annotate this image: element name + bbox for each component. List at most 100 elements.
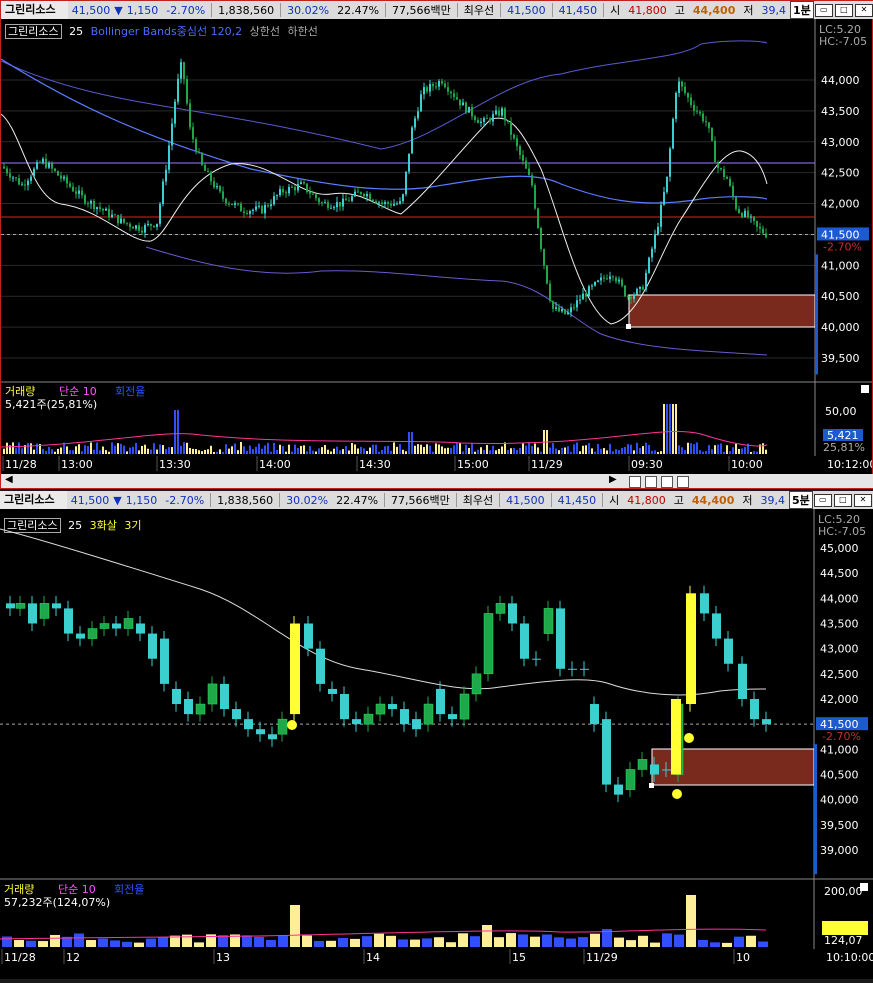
candle-body — [662, 769, 671, 771]
candle-body — [594, 281, 596, 286]
candle-body — [123, 618, 134, 629]
chart-type-icon[interactable] — [677, 476, 689, 488]
volume-bar — [74, 933, 84, 947]
volume-bar — [288, 444, 290, 454]
zoom-out-icon[interactable] — [629, 476, 641, 488]
candle-body — [700, 593, 709, 614]
volume-bar — [398, 939, 408, 947]
volume-bar — [405, 451, 407, 454]
candle-body — [543, 249, 545, 266]
volume-bar — [504, 442, 506, 454]
candle-body — [48, 163, 50, 168]
restore-icon[interactable]: ▭ — [814, 3, 833, 17]
current-price-2: 41,500 — [70, 493, 110, 507]
grid-icon[interactable] — [661, 476, 673, 488]
volume-bar — [603, 448, 605, 454]
candle-body — [471, 106, 473, 117]
close-icon[interactable]: ✕ — [853, 493, 872, 507]
candle-body — [639, 286, 641, 289]
volume-bar — [350, 938, 360, 947]
volume-bar — [48, 446, 50, 454]
volume-bar — [411, 432, 413, 454]
candle-body — [252, 209, 254, 212]
candle-body — [321, 202, 323, 204]
volume-bar — [450, 447, 452, 454]
candle-body — [6, 603, 15, 609]
price-range-bar — [814, 744, 817, 875]
volume-bar — [2, 936, 12, 947]
volume-bar — [357, 448, 359, 454]
volume-bar — [573, 444, 575, 454]
candle-body — [378, 202, 380, 204]
low-price-2: 39,4 — [760, 493, 785, 507]
stock-name-2[interactable]: 그린리소스 — [0, 491, 67, 509]
volume-bar — [63, 442, 65, 454]
candle-body — [501, 108, 503, 116]
candle-body — [666, 176, 668, 193]
candle-body — [744, 210, 746, 217]
time-label: 13:00 — [61, 458, 93, 471]
volume-bar — [141, 445, 143, 454]
timeframe-badge-2[interactable]: 5분 — [788, 491, 813, 509]
scrollbar-1[interactable]: ◀ ▶ — [1, 474, 873, 488]
volume-bar — [321, 447, 323, 454]
volume-bar — [81, 451, 83, 454]
volume-bar — [495, 450, 497, 454]
volume-bar — [762, 443, 764, 454]
candle-body — [525, 160, 527, 169]
price-tick-label: 40,500 — [820, 769, 859, 782]
candle-body — [324, 202, 326, 204]
chart-pane-5min[interactable]: 그린리소스 41,500 ▼ 1,150 -2.70% 1,838,560 30… — [0, 491, 873, 979]
scroll-left-icon[interactable]: ◀ — [5, 474, 13, 485]
candle-body — [603, 277, 605, 279]
volume-2: 1,838,560 — [217, 493, 274, 507]
price-chart-1min[interactable]: 44,00043,50043,00042,50042,00041,50041,0… — [1, 19, 872, 489]
maximize-icon[interactable]: □ — [833, 493, 852, 507]
candle-body — [57, 171, 59, 176]
candle-body — [693, 104, 695, 111]
volume-bar — [345, 446, 347, 454]
candle-body — [342, 198, 344, 207]
volume-bar — [650, 942, 660, 947]
scroll-right-icon[interactable]: ▶ — [609, 474, 617, 485]
maximize-icon[interactable]: □ — [834, 3, 853, 17]
candle-body — [81, 190, 83, 196]
volume-bar — [156, 449, 158, 454]
volume-bar — [282, 446, 284, 454]
candle-body — [678, 81, 680, 93]
high-label-2: 고 — [673, 494, 684, 507]
stock-name[interactable]: 그린리소스 — [1, 1, 68, 19]
restore-icon[interactable]: ▭ — [813, 493, 832, 507]
candle-body — [237, 203, 239, 205]
candle-body — [614, 784, 623, 795]
candle-body — [78, 190, 80, 194]
candle-body — [204, 164, 206, 171]
candle-body — [52, 603, 61, 609]
candle-body — [720, 167, 722, 170]
close-icon — [860, 883, 868, 891]
close-icon[interactable]: ✕ — [854, 3, 873, 17]
zoom-in-icon[interactable] — [645, 476, 657, 488]
candle-body — [351, 196, 353, 201]
volume-bar — [458, 933, 468, 947]
volume-bar — [26, 940, 36, 947]
candle-body — [148, 633, 157, 659]
price-chart-5min[interactable]: 45,000 44,500 44,000 43,500 43,000 42,500 42,0… — [0, 509, 873, 983]
candle-body — [195, 139, 197, 152]
candle-body — [441, 81, 443, 84]
candle-body — [762, 719, 771, 725]
chart-pane-1min[interactable]: 그린리소스 41,500 ▼ 1,150 -2.70% 1,838,560 30… — [0, 0, 873, 489]
volume-bar — [228, 448, 230, 454]
volume-bar — [351, 442, 353, 454]
candle-body — [681, 81, 683, 87]
candle-body — [456, 97, 458, 100]
trade-amount-2: 77,566백만 — [391, 494, 450, 507]
candle-body — [650, 764, 659, 775]
volume-bar — [542, 934, 552, 947]
volume-bar — [369, 447, 371, 454]
high-price: 44,400 — [692, 3, 736, 17]
candle-body — [306, 183, 308, 192]
volume-bar — [78, 444, 80, 454]
volume-bar — [552, 443, 554, 454]
timeframe-badge[interactable]: 1분 — [789, 1, 814, 19]
